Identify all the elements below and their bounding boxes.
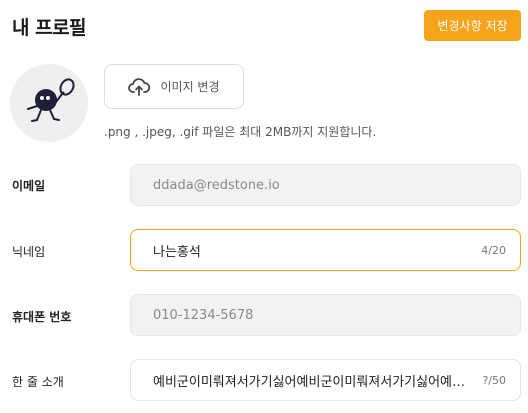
page-title: 내 프로필	[12, 17, 87, 39]
email-field: ddada@redstone.io	[130, 164, 521, 206]
nickname-field[interactable]: 나는홍석 4/20	[130, 229, 521, 271]
intro-counter: ?/50	[482, 373, 506, 387]
nickname-value: 나는홍석	[153, 244, 201, 260]
email-label: 이메일	[12, 179, 46, 193]
nickname-label: 닉네임	[12, 245, 46, 259]
phone-field: 010-1234-5678	[130, 294, 521, 336]
phone-label: 휴대폰 번호	[12, 310, 72, 324]
intro-field[interactable]: 예비군이미뤄져서가기싫어예비군이미뤄져서가기싫어예비군이미뤄져서가기싫어 ?/5…	[130, 359, 521, 401]
change-image-label: 이미지 변경	[160, 80, 220, 94]
save-changes-button[interactable]: 변경사항 저장	[424, 10, 521, 41]
file-format-hint: .png , .jpeg, .gif 파일은 최대 2MB까지 지원합니다.	[104, 125, 377, 139]
change-image-button[interactable]: 이미지 변경	[104, 64, 244, 109]
racket-character-icon	[27, 78, 75, 122]
email-value: ddada@redstone.io	[153, 177, 280, 193]
nickname-counter: 4/20	[481, 243, 506, 257]
intro-value: 예비군이미뤄져서가기싫어예비군이미뤄져서가기싫어예비군이미뤄져서가기싫어	[153, 374, 473, 390]
phone-value: 010-1234-5678	[153, 307, 254, 323]
avatar	[10, 64, 88, 142]
intro-label: 한 줄 소개	[12, 375, 64, 389]
cloud-upload-icon	[128, 77, 151, 96]
